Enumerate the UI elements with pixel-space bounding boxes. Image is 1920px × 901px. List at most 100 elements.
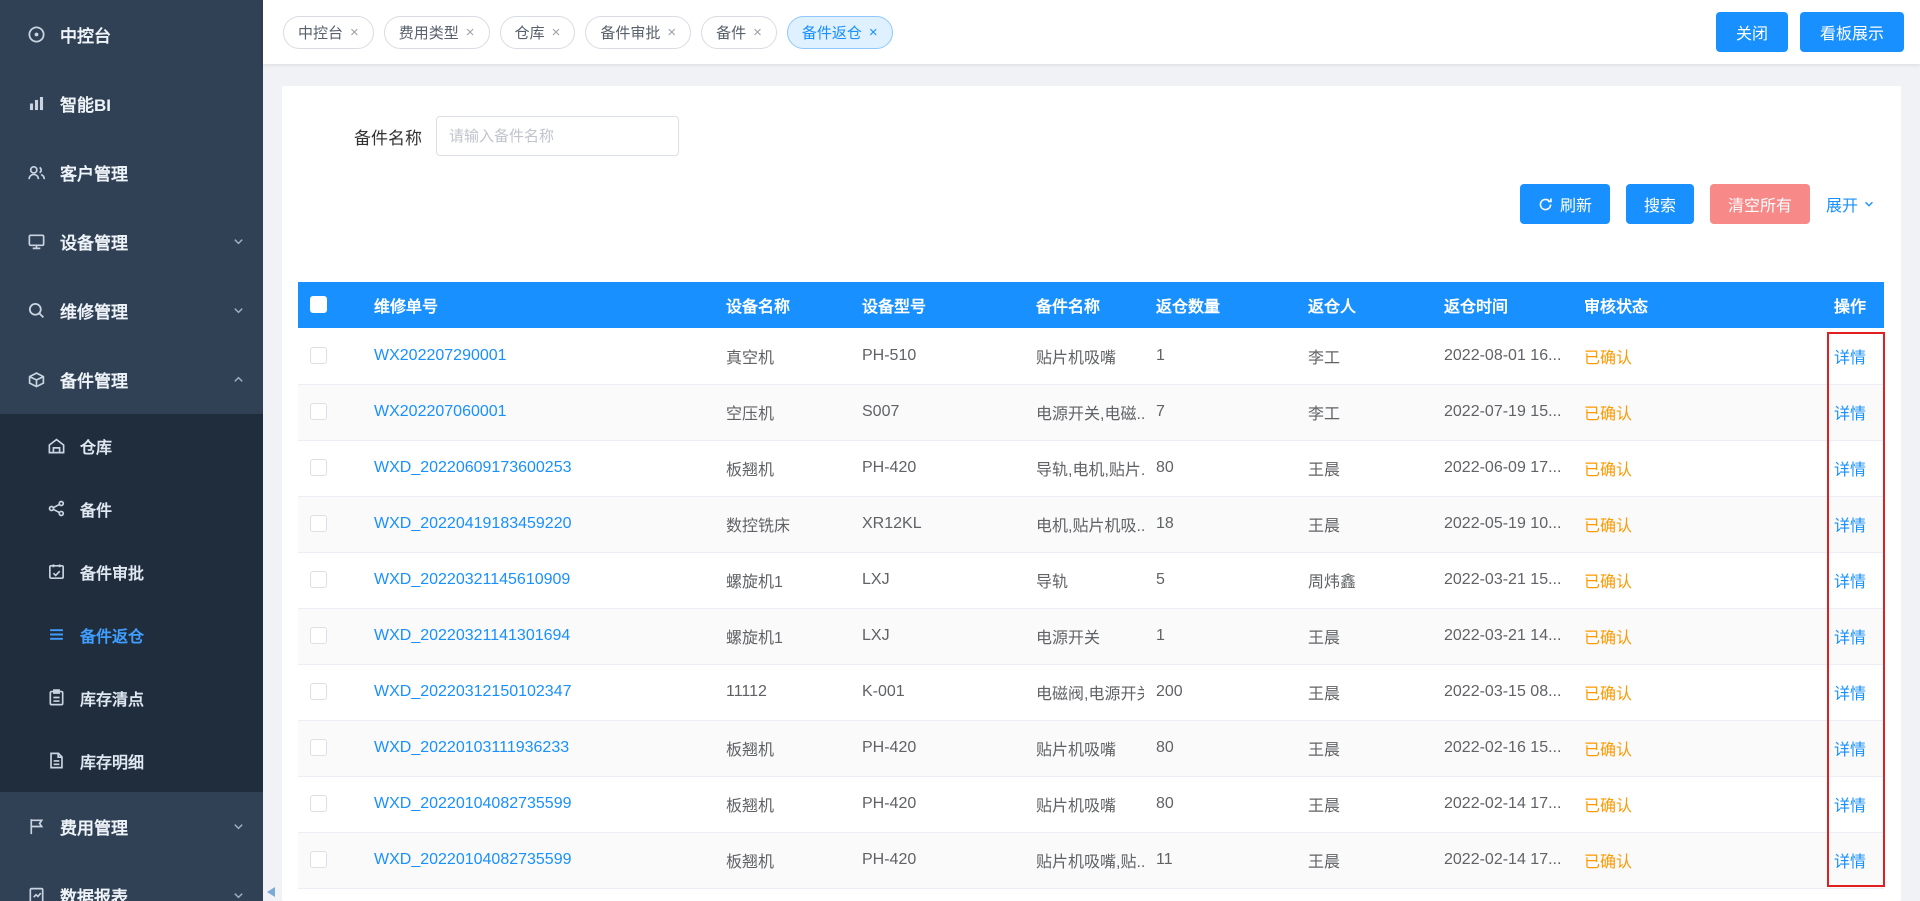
row-checkbox[interactable] [310,515,327,532]
detail-link[interactable]: 详情 [1834,462,1866,479]
detail-link[interactable]: 详情 [1834,686,1866,703]
row-checkbox[interactable] [310,403,327,420]
device-name-cell: 11112 [714,664,850,720]
main-area: 中控台 × 费用类型 × 仓库 × 备件审批 × 备件 × 备件返仓 × 关闭 … [263,0,1920,901]
tab-chip[interactable]: 仓库 × [500,16,576,49]
row-checkbox[interactable] [310,347,327,364]
order-number-link[interactable]: WXD_20220104082735599 [374,851,572,868]
table-row: WXD_20220419183459220 数控铣床 XR12KL 电机,贴片机… [298,496,1884,552]
content: 备件名称 刷新 搜索 清空所有 展开 [263,64,1920,901]
detail-link[interactable]: 详情 [1834,798,1866,815]
device-model-cell: LXJ [850,552,1024,608]
part-name-cell: 电源开关,电磁... [1024,384,1144,440]
sidebar-item-warehouse[interactable]: 仓库 [0,414,263,477]
part-name-cell: 导轨 [1024,552,1144,608]
warehouse-icon [46,436,66,456]
chevron-down-icon [232,304,245,317]
order-number-link[interactable]: WX202207290001 [374,347,507,364]
tab-close-icon[interactable]: × [552,25,561,40]
table-row: WX202207060001 空压机 S007 电源开关,电磁... 7 李工 … [298,384,1884,440]
sidebar-item-parts-approval[interactable]: 备件审批 [0,540,263,603]
part-name-input[interactable] [436,116,679,156]
topbar: 中控台 × 费用类型 × 仓库 × 备件审批 × 备件 × 备件返仓 × 关闭 … [263,0,1920,64]
nav-label: 备件管理 [60,367,128,392]
tab-chip[interactable]: 备件 × [701,16,777,49]
detail-link[interactable]: 详情 [1834,742,1866,759]
sidebar-item-expenses[interactable]: 费用管理 [0,792,263,861]
wrench-icon [26,301,46,321]
app: 中控台 智能BI 客户管理 设备管理 [0,0,1920,901]
tab-chip[interactable]: 备件审批 × [585,16,691,49]
detail-link[interactable]: 详情 [1834,630,1866,647]
tab-chip-label: 备件返仓 [802,22,862,43]
sidebar-item-spares[interactable]: 备件管理 [0,345,263,414]
column-header: 设备型号 [850,282,1024,328]
order-number-link[interactable]: WXD_20220321145610909 [374,571,570,588]
return-time-cell: 2022-05-19 10... [1432,496,1572,552]
tab-chip[interactable]: 备件返仓 × [787,16,893,49]
tab-close-icon[interactable]: × [350,25,359,40]
document-icon [46,751,66,771]
order-number-link[interactable]: WXD_20220419183459220 [374,515,572,532]
return-qty-cell: 80 [1144,440,1296,496]
sidebar-item-repairs[interactable]: 维修管理 [0,276,263,345]
sidebar-item-stock-count[interactable]: 库存清点 [0,666,263,729]
row-checkbox[interactable] [310,795,327,812]
board-display-button[interactable]: 看板展示 [1800,12,1904,52]
sidebar-item-console[interactable]: 中控台 [0,0,263,69]
status-badge: 已确认 [1584,630,1632,647]
sidebar-item-parts[interactable]: 备件 [0,477,263,540]
refresh-button[interactable]: 刷新 [1520,184,1610,224]
clear-all-button[interactable]: 清空所有 [1710,184,1810,224]
tab-close-icon[interactable]: × [667,25,676,40]
order-number-link[interactable]: WXD_20220104082735599 [374,795,572,812]
order-number-link[interactable]: WX202207060001 [374,403,507,420]
device-model-cell: LXJ [850,608,1024,664]
order-number-link[interactable]: WXD_20220609173600253 [374,459,572,476]
close-button[interactable]: 关闭 [1716,12,1788,52]
users-icon [26,163,46,183]
table-row: WX202207290001 真空机 PH-510 贴片机吸嘴 1 李工 202… [298,328,1884,384]
detail-link[interactable]: 详情 [1834,518,1866,535]
table-row: WXD_20220312150102347 11112 K-001 电磁阀,电源… [298,664,1884,720]
order-number-link[interactable]: WXD_20220312150102347 [374,683,572,700]
detail-link[interactable]: 详情 [1834,350,1866,367]
row-checkbox[interactable] [310,571,327,588]
status-badge: 已确认 [1584,742,1632,759]
order-number-link[interactable]: WXD_20220103111936233 [374,739,569,756]
device-model-cell: PH-420 [850,832,1024,888]
sidebar-item-devices[interactable]: 设备管理 [0,207,263,276]
sidebar-item-parts-return[interactable]: 备件返仓 [0,603,263,666]
row-checkbox[interactable] [310,683,327,700]
row-checkbox[interactable] [310,851,327,868]
row-checkbox[interactable] [310,627,327,644]
device-model-cell: PH-420 [850,776,1024,832]
nodes-icon [46,499,66,519]
detail-link[interactable]: 详情 [1834,854,1866,871]
select-all-checkbox[interactable] [310,296,327,313]
row-checkbox[interactable] [310,459,327,476]
order-number-link[interactable]: WXD_20220321141301694 [374,627,570,644]
row-checkbox[interactable] [310,739,327,756]
expand-toggle[interactable]: 展开 [1826,192,1875,216]
sidebar-item-reports[interactable]: 数据报表 [0,861,263,901]
detail-link[interactable]: 详情 [1834,406,1866,423]
tab-bar: 中控台 × 费用类型 × 仓库 × 备件审批 × 备件 × 备件返仓 × [283,16,893,49]
tab-close-icon[interactable]: × [466,25,475,40]
tab-chip[interactable]: 中控台 × [283,16,374,49]
nav-label: 客户管理 [60,160,128,185]
device-name-cell: 空压机 [714,384,850,440]
tab-close-icon[interactable]: × [753,25,762,40]
detail-link[interactable]: 详情 [1834,574,1866,591]
tab-close-icon[interactable]: × [869,25,878,40]
sidebar-item-stock-detail[interactable]: 库存明细 [0,729,263,792]
sidebar-item-bi[interactable]: 智能BI [0,69,263,138]
nav-label: 费用管理 [60,814,128,839]
part-name-cell: 贴片机吸嘴 [1024,776,1144,832]
search-form: 备件名称 [282,116,1901,156]
sidebar-item-customers[interactable]: 客户管理 [0,138,263,207]
search-button[interactable]: 搜索 [1626,184,1694,224]
scroll-left-arrow-icon[interactable] [267,887,275,897]
tab-chip[interactable]: 费用类型 × [384,16,490,49]
device-name-cell: 螺旋机1 [714,608,850,664]
